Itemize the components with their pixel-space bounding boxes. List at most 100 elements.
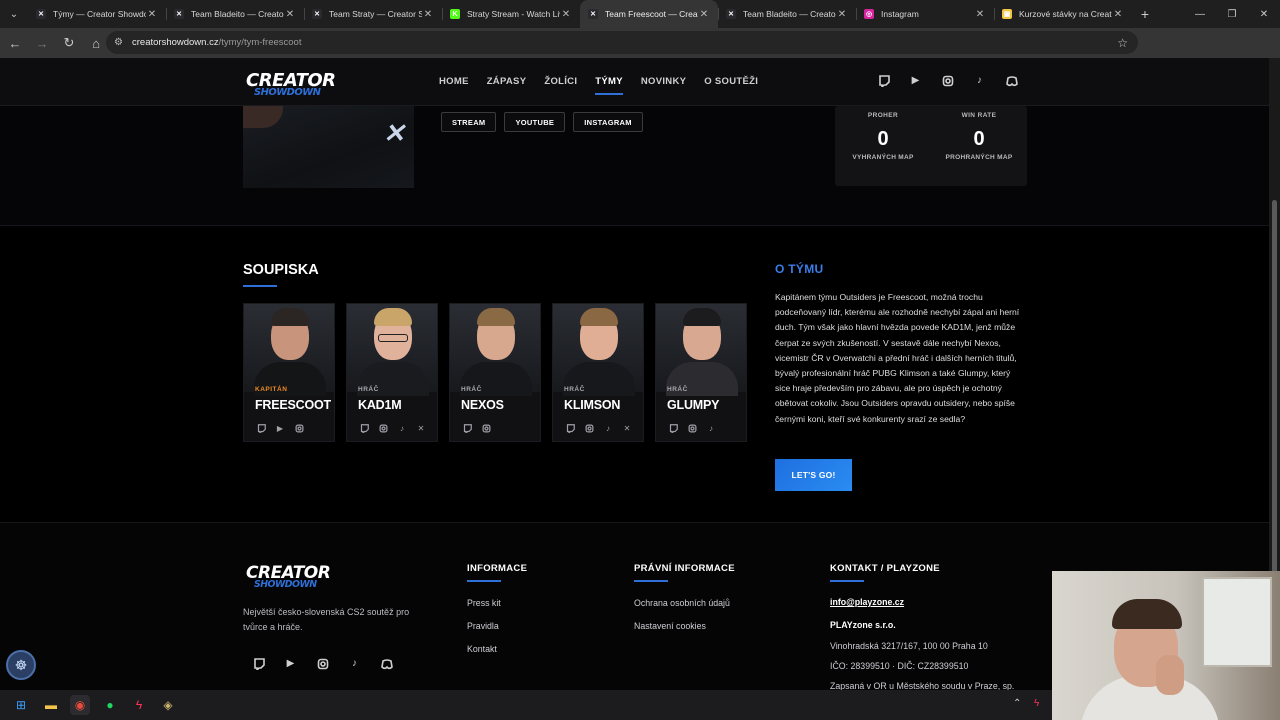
browser-tab[interactable]: ◎ Instagram ✕: [856, 0, 994, 28]
footer-email-link[interactable]: info@playzone.cz: [830, 597, 904, 607]
x-icon[interactable]: ✕: [415, 422, 427, 434]
player-card[interactable]: HRÁČ NEXOS: [449, 303, 541, 442]
browser-tab[interactable]: ▣ Kurzové stávky na Creator Showdown✕: [994, 0, 1132, 28]
twitch-icon[interactable]: [667, 422, 679, 434]
nav-item[interactable]: TÝMY: [595, 76, 623, 95]
back-icon[interactable]: ←: [3, 31, 27, 55]
footer-link-privacy[interactable]: Ochrana osobních údajů: [634, 598, 730, 608]
tab-title: Team Bladeito — Creator Showdown: [191, 9, 284, 19]
browser-tab[interactable]: ✕Team Straty — Creator Showdown✕: [304, 0, 442, 28]
instagram-icon[interactable]: [377, 422, 389, 434]
x-icon[interactable]: ✕: [621, 422, 633, 434]
tiktok-icon[interactable]: ♪: [972, 73, 987, 88]
bookmark-star-icon[interactable]: ☆: [1117, 36, 1128, 50]
player-glasses: [378, 334, 408, 342]
minimize-icon[interactable]: —: [1184, 0, 1216, 28]
instagram-icon[interactable]: [293, 422, 305, 434]
footer-link-press-kit[interactable]: Press kit: [467, 598, 501, 608]
instagram-icon[interactable]: [686, 422, 698, 434]
tray-overflow-icon[interactable]: ⌃: [1013, 698, 1021, 709]
tab-close-icon[interactable]: ✕: [284, 9, 296, 20]
browser-tab[interactable]: ✕Týmy — Creator Showdown✕: [28, 0, 166, 28]
team-link-button[interactable]: YOUTUBE: [504, 112, 566, 132]
player-card[interactable]: HRÁČ KAD1M ♪ ✕: [346, 303, 438, 442]
tab-close-icon[interactable]: ✕: [974, 9, 986, 20]
windows-start-icon[interactable]: ⊞: [11, 695, 31, 715]
twitch-icon[interactable]: [876, 73, 891, 88]
footer-company: PLAYzone s.r.o.: [830, 620, 896, 630]
browser-tab[interactable]: ✕Team Bladeito — Creator Showdown✕: [166, 0, 304, 28]
tray-app-icon[interactable]: ϟ: [1034, 698, 1039, 709]
home-icon[interactable]: ⌂: [84, 31, 108, 55]
twitch-icon[interactable]: [251, 656, 266, 671]
player-card[interactable]: KAPITÁN FREESCOOT ▶: [243, 303, 335, 442]
tiktok-icon[interactable]: ♪: [602, 422, 614, 434]
tiktok-icon[interactable]: ♪: [396, 422, 408, 434]
tab-title: Týmy — Creator Showdown: [53, 9, 146, 19]
nav-item[interactable]: ŽOLÍCI: [544, 76, 577, 87]
nav-item[interactable]: HOME: [439, 76, 469, 87]
nav-item[interactable]: O SOUTĚŽI: [704, 76, 758, 87]
nav-item[interactable]: ZÁPASY: [487, 76, 527, 87]
instagram-icon[interactable]: [940, 73, 955, 88]
stat-lost-label: PROHRANÝCH MAP: [945, 154, 1013, 161]
app-game-icon[interactable]: ◈: [158, 695, 178, 715]
twitch-icon[interactable]: [255, 422, 267, 434]
site-info-icon[interactable]: ⚙: [114, 37, 128, 48]
youtube-icon[interactable]: ▶: [283, 656, 298, 671]
app-bolt-icon[interactable]: ϟ: [129, 695, 149, 715]
close-window-icon[interactable]: ✕: [1248, 0, 1280, 28]
footer-tagline: Největší česko-slovenská CS2 soutěž pro …: [243, 607, 410, 632]
player-role: HRÁČ: [461, 386, 482, 393]
instagram-icon[interactable]: [315, 656, 330, 671]
address-bar[interactable]: ⚙ creatorshowdown.cz/tymy/tym-freescoot …: [106, 31, 1138, 54]
youtube-icon[interactable]: ▶: [908, 73, 923, 88]
tab-close-icon[interactable]: ✕: [422, 9, 434, 20]
player-hair: [580, 308, 618, 326]
team-link-button[interactable]: INSTAGRAM: [573, 112, 643, 132]
tab-title: Kurzové stávky na Creator Showdown: [1019, 9, 1112, 19]
browser-tab[interactable]: K Straty Stream - Watch Live ✕: [442, 0, 580, 28]
scrollbar-thumb[interactable]: [1272, 200, 1277, 600]
discord-icon[interactable]: [1004, 73, 1019, 88]
header-social-links: ▶ ♪: [876, 73, 1019, 88]
nav-item[interactable]: NOVINKY: [641, 76, 686, 87]
youtube-icon[interactable]: ▶: [274, 422, 286, 434]
stat-won-value: 0: [877, 128, 889, 150]
reload-icon[interactable]: ↻: [57, 31, 81, 55]
chrome-icon[interactable]: ◉: [70, 695, 90, 715]
tab-close-icon[interactable]: ✕: [560, 9, 572, 20]
tab-close-icon[interactable]: ✕: [836, 9, 848, 20]
forward-icon[interactable]: →: [30, 31, 54, 55]
site-logo[interactable]: CREATOR SHOWDOWN: [246, 70, 336, 98]
discord-icon[interactable]: [379, 656, 394, 671]
player-card[interactable]: HRÁČ KLIMSON ♪ ✕: [552, 303, 644, 442]
team-link-button[interactable]: STREAM: [441, 112, 497, 132]
tab-favicon-icon: ✕: [312, 9, 322, 19]
instagram-icon[interactable]: [583, 422, 595, 434]
footer-link-rules[interactable]: Pravidla: [467, 621, 499, 631]
restore-icon[interactable]: ❐: [1216, 0, 1248, 28]
twitch-icon[interactable]: [358, 422, 370, 434]
browser-tab[interactable]: ✕Team Freescoot — Creator Showdown✕: [580, 0, 718, 28]
stat-lost-value: 0: [973, 128, 985, 150]
tab-close-icon[interactable]: ✕: [698, 9, 710, 20]
spotify-icon[interactable]: ●: [100, 695, 120, 715]
cookie-settings-icon[interactable]: ☸: [6, 650, 36, 680]
player-card[interactable]: HRÁČ GLUMPY ♪: [655, 303, 747, 442]
instagram-icon[interactable]: [480, 422, 492, 434]
twitch-icon[interactable]: [564, 422, 576, 434]
twitch-icon[interactable]: [461, 422, 473, 434]
browser-tab[interactable]: ✕Team Bladeito — Creator Showdown✕: [718, 0, 856, 28]
lets-go-button[interactable]: LET'S GO!: [775, 459, 852, 491]
footer-link-cookies[interactable]: Nastavení cookies: [634, 621, 706, 631]
footer-link-contact[interactable]: Kontakt: [467, 644, 497, 654]
new-tab-button[interactable]: +: [1132, 6, 1158, 22]
tab-close-icon[interactable]: ✕: [1112, 9, 1124, 20]
footer-logo[interactable]: CREATOR SHOWDOWN: [246, 563, 331, 590]
tiktok-icon[interactable]: ♪: [347, 656, 362, 671]
tab-search-icon[interactable]: ⌄: [0, 0, 28, 28]
file-explorer-icon[interactable]: ▬: [41, 695, 61, 715]
tiktok-icon[interactable]: ♪: [705, 422, 717, 434]
tab-close-icon[interactable]: ✕: [146, 9, 158, 20]
